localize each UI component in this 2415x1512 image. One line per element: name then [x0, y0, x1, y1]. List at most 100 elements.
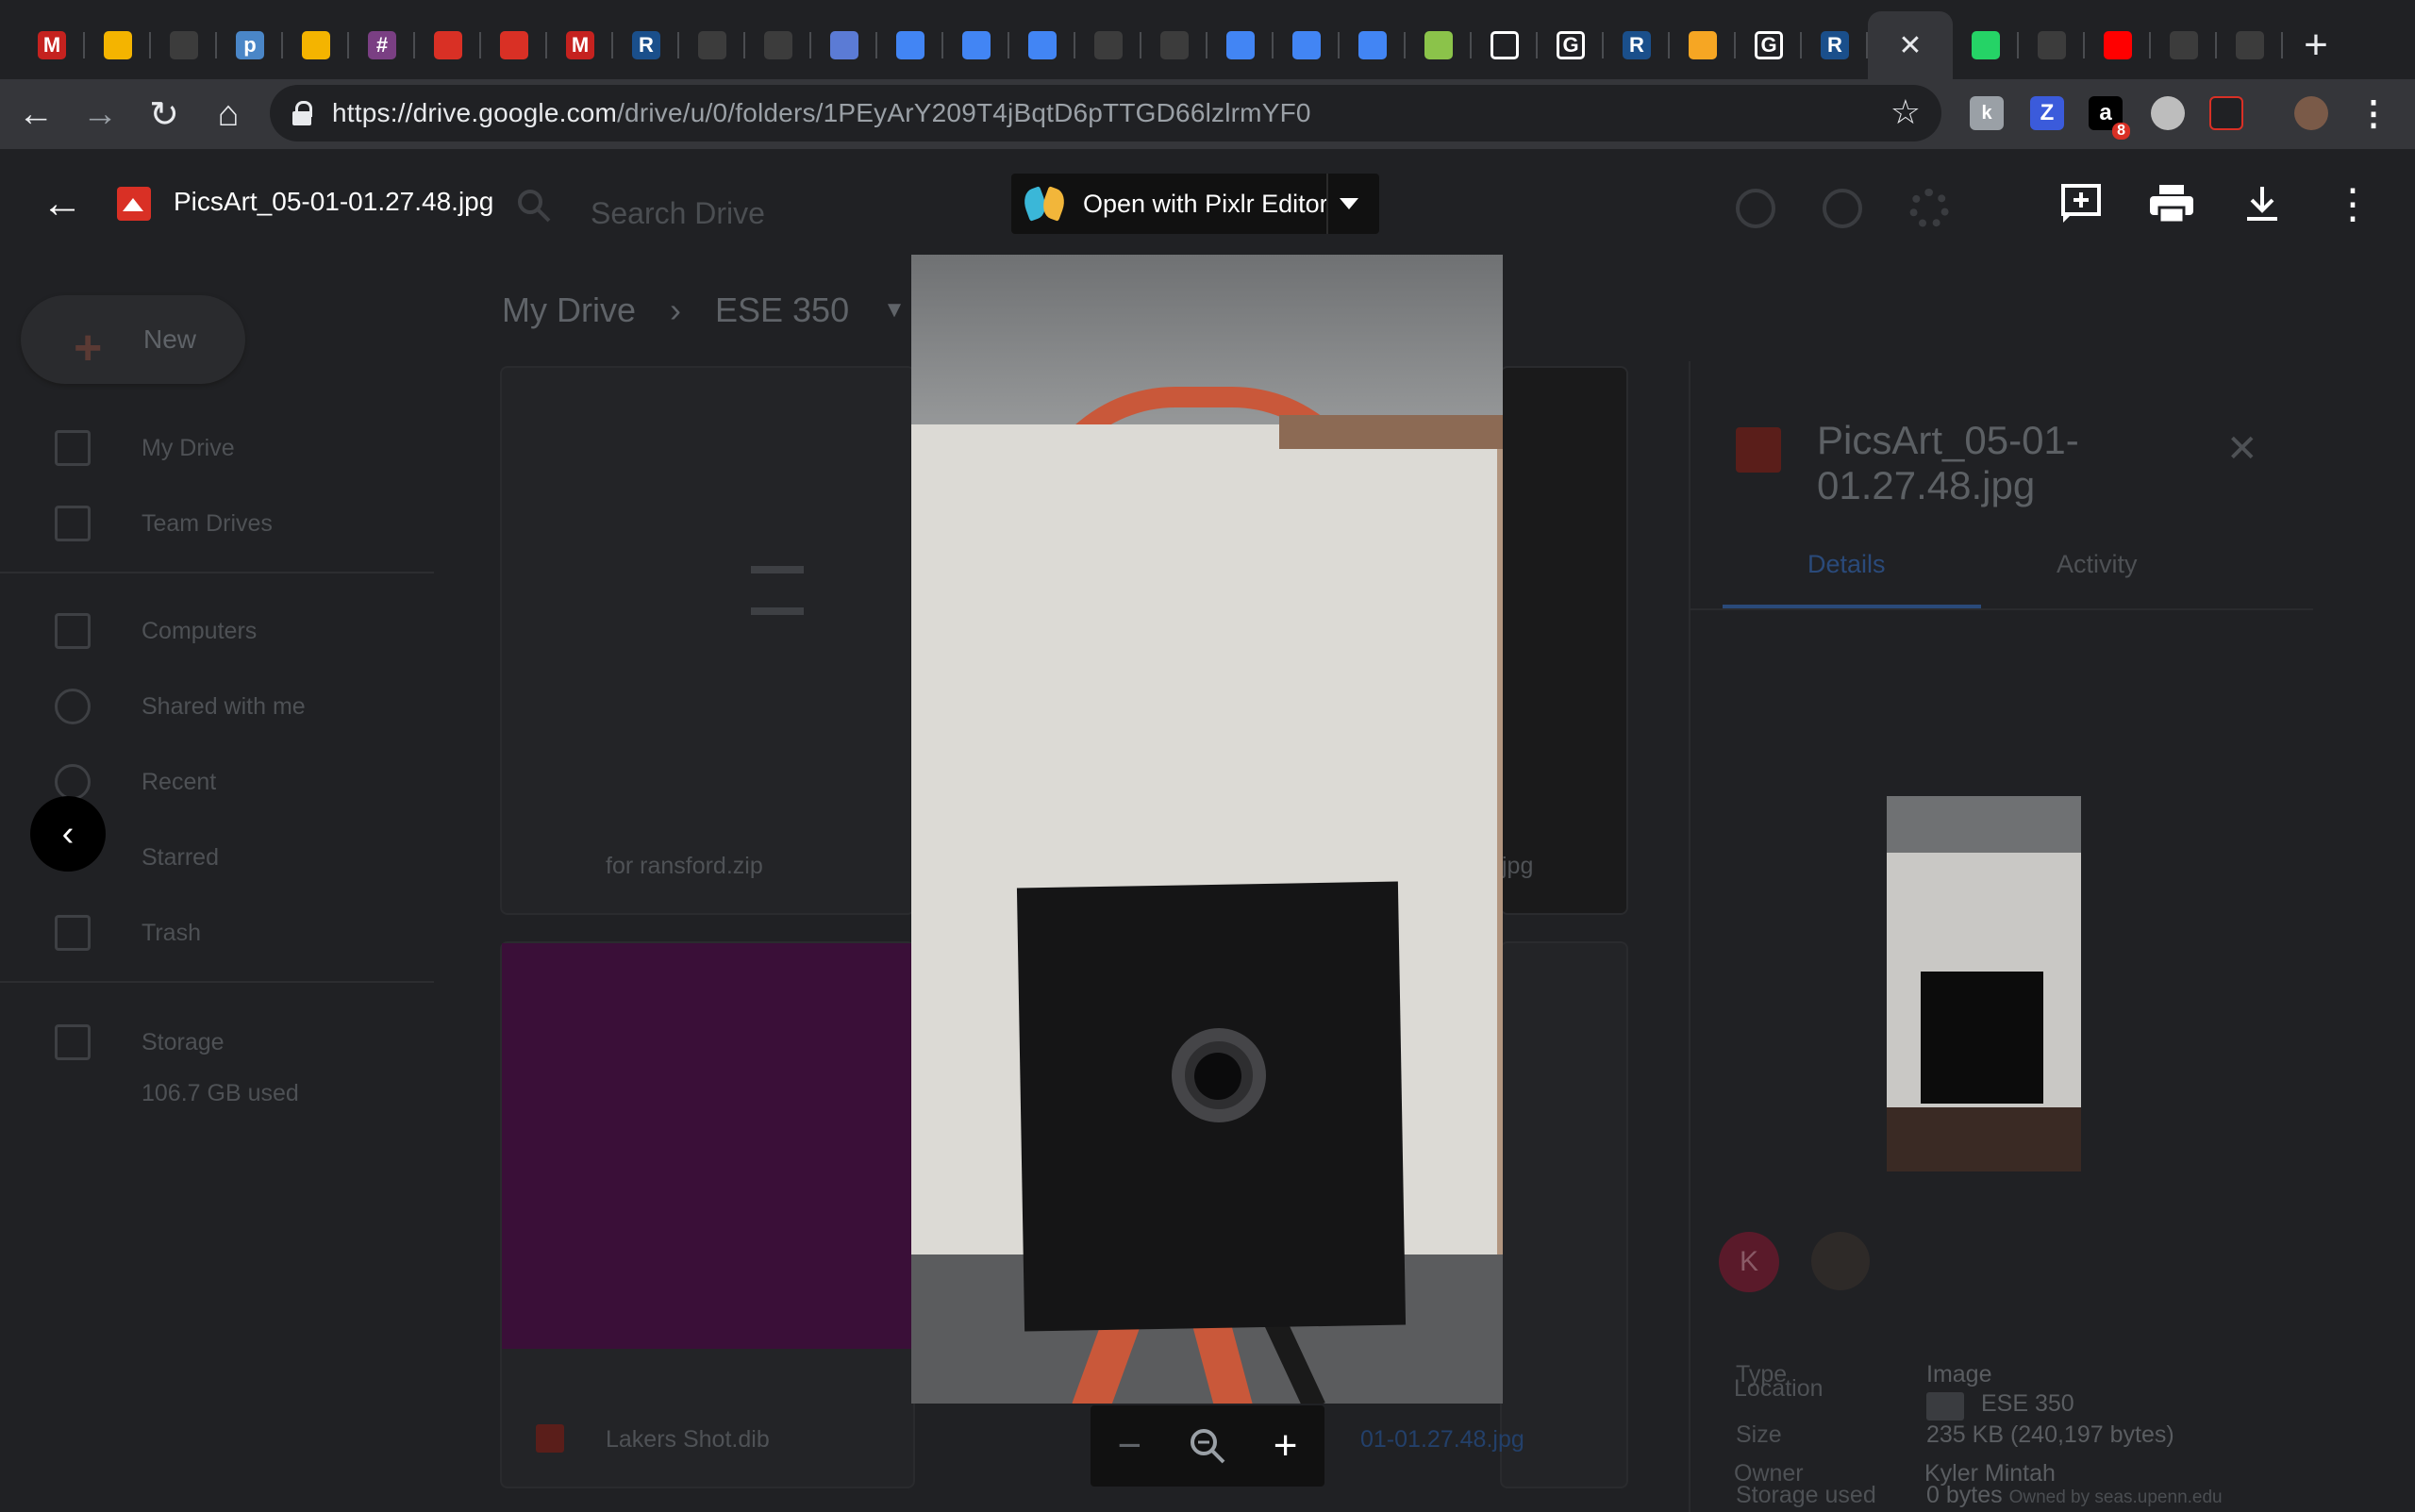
browser-tab[interactable]: [1472, 11, 1538, 79]
zoom-reset-button[interactable]: [1179, 1418, 1236, 1474]
back-button[interactable]: ←: [8, 86, 64, 142]
browser-tab[interactable]: [85, 11, 151, 79]
open-with-button[interactable]: Open with Pixlr Editor: [1011, 174, 1379, 234]
file-card-dib[interactable]: Lakers Shot.dib: [500, 941, 915, 1488]
breadcrumb: My Drive › ESE 350 ▼: [502, 291, 906, 330]
file-card-jpg2[interactable]: 01-01.27.48.jpg: [1360, 941, 1628, 1488]
new-button[interactable]: + New: [21, 295, 245, 384]
tab-details[interactable]: Details: [1807, 550, 1886, 579]
print-button[interactable]: [2145, 177, 2198, 230]
google-icon: G: [1755, 31, 1783, 59]
chrome-menu-icon[interactable]: ⋮: [2357, 93, 2390, 132]
sidebar-item-computers[interactable]: Computers: [0, 603, 434, 659]
home-button[interactable]: ⌂: [200, 86, 257, 142]
tab-activity[interactable]: Activity: [2057, 550, 2138, 579]
browser-tab[interactable]: [1670, 11, 1736, 79]
browser-tab[interactable]: [877, 11, 943, 79]
slides-icon: [302, 31, 330, 59]
detail-value: 235 KB (240,197 bytes): [1926, 1421, 2174, 1448]
browser-tab[interactable]: [1340, 11, 1406, 79]
browser-tab[interactable]: R: [1802, 11, 1868, 79]
browser-tab[interactable]: [415, 11, 481, 79]
breadcrumb-current-folder[interactable]: ESE 350: [715, 291, 849, 330]
browser-tab[interactable]: G: [1538, 11, 1604, 79]
print-icon: [2150, 185, 2193, 223]
extension-k-icon[interactable]: k: [1970, 96, 2004, 130]
browser-tab[interactable]: p: [217, 11, 283, 79]
browser-tab[interactable]: [943, 11, 1009, 79]
browser-tab[interactable]: [1953, 11, 2019, 79]
sidebar-item-label: Computers: [142, 617, 258, 644]
tabs-divider: [1690, 608, 2313, 610]
detail-value: ESE 350: [1981, 1390, 2074, 1417]
forward-button[interactable]: →: [72, 86, 128, 142]
browser-tab[interactable]: [151, 11, 217, 79]
browser-tab[interactable]: [1009, 11, 1075, 79]
browser-tab-active[interactable]: ✕: [1868, 11, 1953, 79]
sidebar-item-storage[interactable]: Storage: [0, 1014, 434, 1071]
close-viewer-button[interactable]: ←: [38, 179, 87, 228]
browser-tab[interactable]: [811, 11, 877, 79]
github-icon: [1160, 31, 1189, 59]
photo-board-edge: [1279, 415, 1503, 449]
gcloud-icon: [1358, 31, 1387, 59]
add-comment-button[interactable]: [2055, 177, 2107, 230]
browser-tab[interactable]: [679, 11, 745, 79]
sidebar-item-shared[interactable]: Shared with me: [0, 678, 434, 735]
storage-used-text: 106.7 GB used: [142, 1079, 299, 1106]
browser-tab[interactable]: [1208, 11, 1274, 79]
close-icon[interactable]: ✕: [2226, 427, 2258, 471]
r-icon: R: [1821, 31, 1849, 59]
profile-avatar[interactable]: [2294, 96, 2328, 130]
caret-down-icon[interactable]: [1340, 198, 1358, 209]
sidebar-item-trash[interactable]: Trash: [0, 905, 434, 961]
sidebar-item-team-drives[interactable]: Team Drives: [0, 495, 434, 552]
more-actions-icon[interactable]: ⋮: [2326, 177, 2379, 230]
browser-tab[interactable]: #: [349, 11, 415, 79]
browser-tab[interactable]: M: [19, 11, 85, 79]
browser-tab[interactable]: [1075, 11, 1141, 79]
address-bar[interactable]: https://drive.google.com/drive/u/0/folde…: [270, 85, 1941, 141]
reload-button[interactable]: ↻: [136, 86, 192, 142]
download-button[interactable]: [2236, 177, 2289, 230]
amazon-extension-icon[interactable]: a8: [2089, 96, 2130, 140]
browser-tab[interactable]: [2151, 11, 2217, 79]
details-title: PicsArt_05-01-01.27.48.jpg: [1817, 418, 2079, 507]
new-button-label: New: [143, 324, 197, 354]
sidebar-item-my-drive[interactable]: My Drive: [0, 420, 434, 476]
doc-icon: [1491, 31, 1519, 59]
open-with-label: Open with Pixlr Editor: [1083, 189, 1328, 218]
zoom-in-button[interactable]: +: [1257, 1418, 1314, 1474]
browser-tab[interactable]: [1406, 11, 1472, 79]
slack-icon: #: [368, 31, 396, 59]
sidebar-item-label: Trash: [142, 919, 201, 946]
browser-tab[interactable]: [1141, 11, 1208, 79]
file-card-jpg[interactable]: jpg: [1500, 366, 1628, 915]
sidebar-item-label: Starred: [142, 843, 219, 871]
new-tab-button[interactable]: +: [2283, 11, 2349, 79]
bookmark-star-icon[interactable]: ☆: [1890, 92, 1921, 132]
browser-tab[interactable]: M: [547, 11, 613, 79]
previous-file-button[interactable]: ‹: [30, 796, 106, 872]
browser-tab[interactable]: [2019, 11, 2085, 79]
browser-tab[interactable]: [283, 11, 349, 79]
sidebar-item-label: My Drive: [142, 434, 235, 461]
browser-tab[interactable]: [2217, 11, 2283, 79]
youtube-icon: [2104, 31, 2132, 59]
browser-tab[interactable]: [745, 11, 811, 79]
breadcrumb-my-drive[interactable]: My Drive: [502, 291, 636, 330]
extension-z-icon[interactable]: Z: [2030, 96, 2064, 130]
pdf-extension-icon[interactable]: [2209, 96, 2243, 130]
zoom-out-button[interactable]: −: [1101, 1418, 1158, 1474]
browser-tab[interactable]: R: [613, 11, 679, 79]
browser-tab[interactable]: G: [1736, 11, 1802, 79]
browser-tab[interactable]: [481, 11, 547, 79]
browser-tab[interactable]: [2085, 11, 2151, 79]
close-tab-icon[interactable]: ✕: [1898, 29, 1922, 62]
browser-tab[interactable]: R: [1604, 11, 1670, 79]
extension-circle-icon[interactable]: [2151, 96, 2185, 130]
lock-icon: [292, 101, 313, 125]
url-text[interactable]: https://drive.google.com/drive/u/0/folde…: [332, 98, 1311, 128]
browser-tab[interactable]: [1274, 11, 1340, 79]
file-card-zip[interactable]: for ransford.zip: [500, 366, 915, 915]
